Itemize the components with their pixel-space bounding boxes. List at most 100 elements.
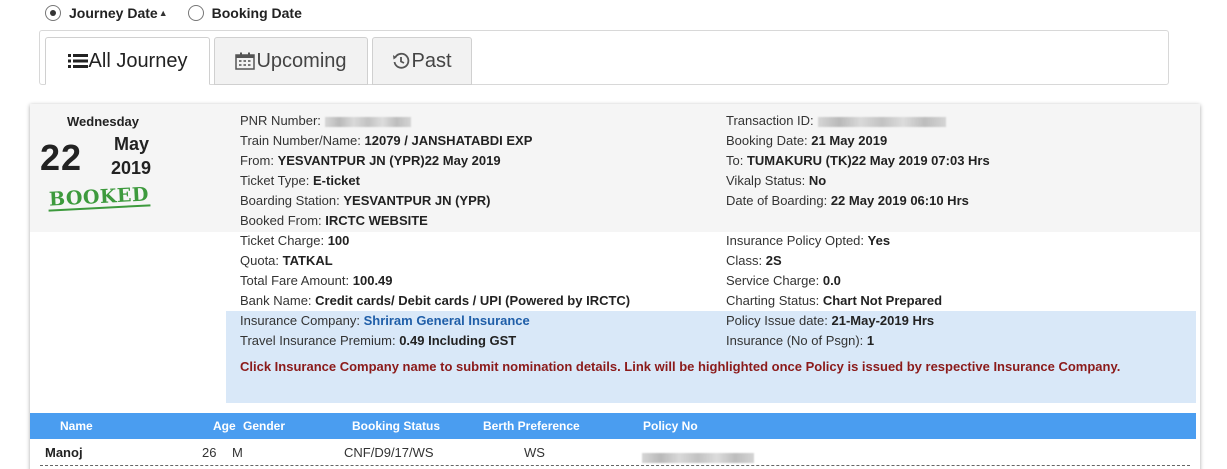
radio-checked-icon[interactable] [45, 5, 61, 21]
passenger-gender: M [232, 445, 243, 460]
field-value: 0.49 Including GST [399, 333, 517, 348]
field-value: Yes [867, 233, 891, 248]
field-key: Service Charge: [726, 273, 820, 288]
field-key: Ticket Charge: [240, 233, 325, 248]
tab-past[interactable]: Past [372, 37, 472, 85]
field-value: 21 May 2019 [811, 133, 888, 148]
passenger-booking-status: CNF/D9/17/WS [344, 445, 434, 460]
tab-upcoming[interactable]: Upcoming [214, 37, 368, 85]
insurance-company-link[interactable]: Shriram General Insurance [364, 313, 530, 328]
tab-all-journey[interactable]: All Journey [45, 37, 210, 85]
redacted-transaction-id [817, 116, 946, 127]
quota-field: Quota: TATKAL [240, 251, 333, 271]
passenger-table-header: Name Age Gender Booking Status Berth Pre… [30, 413, 1196, 439]
field-value: TATKAL [282, 253, 333, 268]
col-header-gender: Gender [243, 419, 286, 433]
field-key: Insurance (No of Psgn): [726, 333, 864, 348]
booked-from-field: Booked From: IRCTC WEBSITE [240, 211, 428, 231]
col-header-age: Age [213, 419, 236, 433]
journey-tabs: All Journey Upcoming Past [39, 30, 1169, 85]
journey-date-label: Journey Date [69, 5, 158, 21]
passenger-policy-no [642, 449, 754, 464]
booking-date-field: Booking Date: 21 May 2019 [726, 131, 887, 151]
calendar-icon [235, 52, 256, 70]
insurance-nomination-note: Click Insurance Company name to submit n… [240, 359, 1121, 374]
field-value: 22 May 2019 06:10 Hrs [830, 193, 969, 208]
field-value: 21-May-2019 Hrs [831, 313, 935, 328]
field-key: Transaction ID: [726, 113, 814, 128]
field-key: Quota: [240, 253, 280, 268]
tab-past-label: Past [411, 49, 452, 72]
ticket-charge-field: Ticket Charge: 100 [240, 231, 349, 251]
field-value: 2S [765, 253, 782, 268]
journey-month: May [114, 134, 150, 154]
journey-year: 2019 [111, 158, 152, 178]
field-value: Chart Not Prepared [822, 293, 943, 308]
field-key: Travel Insurance Premium: [240, 333, 396, 348]
field-key: Booking Date: [726, 133, 808, 148]
ticket-card-header-band [30, 104, 1200, 232]
field-key: From: [240, 153, 274, 168]
field-key: Policy Issue date: [726, 313, 828, 328]
insurance-psgn-field: Insurance (No of Psgn): 1 [726, 331, 874, 351]
total-fare-field: Total Fare Amount: 100.49 [240, 271, 393, 291]
field-value: 0.0 [822, 273, 841, 288]
tab-upcoming-label: Upcoming [256, 49, 347, 72]
charting-status-field: Charting Status: Chart Not Prepared [726, 291, 942, 311]
from-field: From: YESVANTPUR JN (YPR)22 May 2019 [240, 151, 501, 171]
field-value: 1 [866, 333, 875, 348]
col-header-berth-preference: Berth Preference [483, 419, 580, 433]
field-value: 100 [327, 233, 350, 248]
col-header-name: Name [60, 419, 93, 433]
passenger-berth: WS [524, 445, 545, 460]
insurance-premium-field: Travel Insurance Premium: 0.49 Including… [240, 331, 516, 351]
to-field: To: TUMAKURU (TK)22 May 2019 07:03 Hrs [726, 151, 990, 171]
ticket-type-field: Ticket Type: E-ticket [240, 171, 360, 191]
row-divider [40, 465, 1190, 466]
policy-issue-date-field: Policy Issue date: 21-May-2019 Hrs [726, 311, 934, 331]
field-value: YESVANTPUR JN (YPR) [343, 193, 491, 208]
field-value: YESVANTPUR JN (YPR)22 May 2019 [277, 153, 501, 168]
col-header-booking-status: Booking Status [352, 419, 441, 433]
journey-weekday: Wednesday [67, 114, 140, 129]
date-filter-group: Journey Date ▲ Booking Date [45, 4, 322, 22]
field-key: Boarding Station: [240, 193, 340, 208]
triangle-up-icon: ▲ [158, 8, 168, 18]
field-key: Class: [726, 253, 763, 268]
field-key: PNR Number: [240, 113, 321, 128]
col-header-policy-no: Policy No [643, 419, 698, 433]
field-key: Booked From: [240, 213, 322, 228]
booking-date-radio[interactable]: Booking Date [187, 5, 302, 21]
field-key: Charting Status: [726, 293, 820, 308]
insurance-opted-field: Insurance Policy Opted: Yes [726, 231, 890, 251]
transaction-id-field: Transaction ID: [726, 111, 946, 131]
field-key: To: [726, 153, 744, 168]
list-icon [67, 53, 88, 69]
field-key: Date of Boarding: [726, 193, 828, 208]
redacted-pnr [324, 116, 411, 127]
field-value: No [808, 173, 827, 188]
field-value: IRCTC WEBSITE [325, 213, 428, 228]
radio-unchecked-icon[interactable] [187, 5, 204, 21]
field-value: TUMAKURU (TK)22 May 2019 07:03 Hrs [746, 153, 990, 168]
redacted-policy-no [642, 452, 754, 463]
passenger-age: 26 [202, 445, 217, 460]
field-key: Vikalp Status: [726, 173, 806, 188]
field-key: Total Fare Amount: [240, 273, 350, 288]
pnr-number-field: PNR Number: [240, 111, 411, 131]
field-key: Ticket Type: [240, 173, 310, 188]
tab-all-journey-label: All Journey [88, 49, 188, 72]
train-field: Train Number/Name: 12079 / JANSHATABDI E… [240, 131, 532, 151]
field-key: Insurance Policy Opted: [726, 233, 865, 248]
journey-date-radio[interactable]: Journey Date ▲ [45, 5, 168, 21]
vikalp-status-field: Vikalp Status: No [726, 171, 826, 191]
class-field: Class: 2S [726, 251, 782, 271]
service-charge-field: Service Charge: 0.0 [726, 271, 841, 291]
bank-name-field: Bank Name: Credit cards/ Debit cards / U… [240, 291, 630, 311]
history-icon [392, 52, 410, 70]
ticket-card: Wednesday 22 May 2019 BOOKED PNR Number:… [30, 104, 1200, 469]
journey-day: 22 [40, 137, 83, 178]
field-key: Bank Name: [240, 293, 312, 308]
booking-date-label: Booking Date [211, 5, 302, 21]
field-value: 12079 / JANSHATABDI EXP [364, 133, 533, 148]
